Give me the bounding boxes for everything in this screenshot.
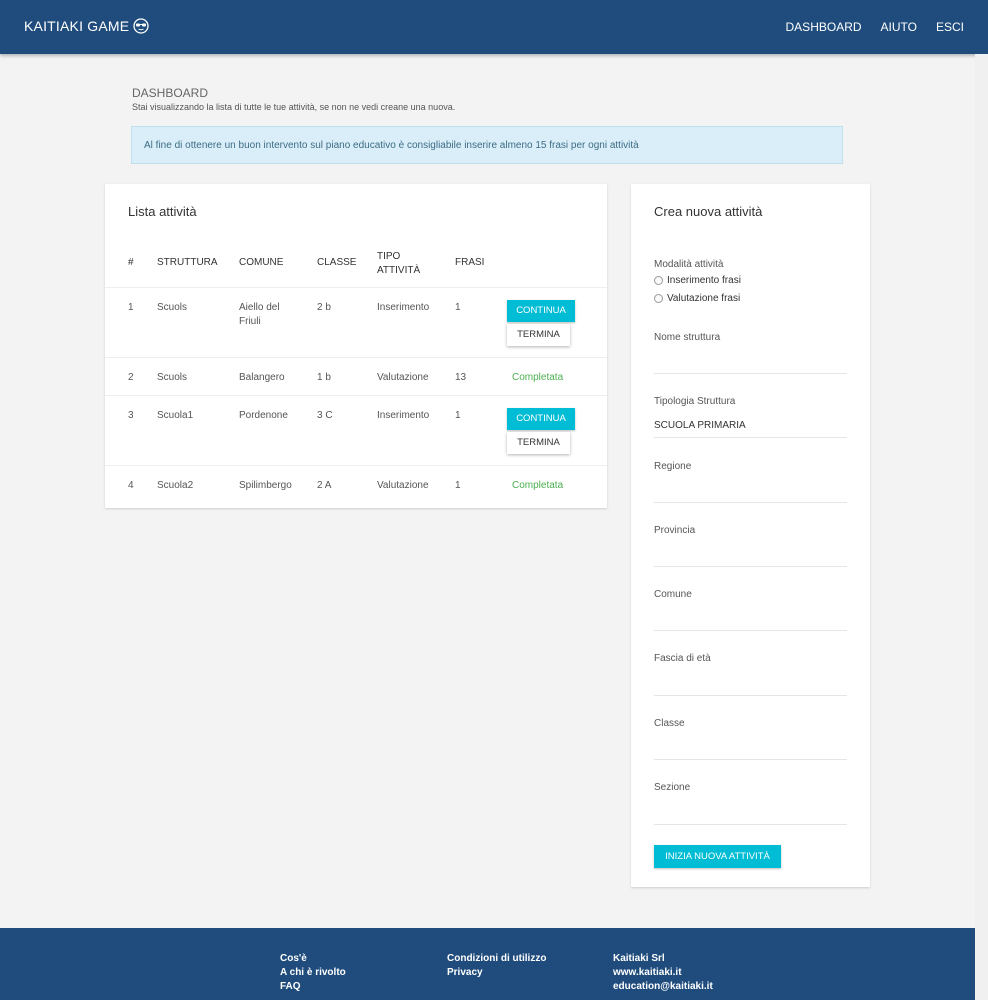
nav-aiuto[interactable]: AIUTO [881, 20, 917, 34]
radio-button[interactable] [654, 294, 663, 303]
provincia-select[interactable] [654, 566, 847, 567]
row-comune: Spilimbergo [239, 480, 292, 491]
sezione-label: Sezione [654, 782, 691, 793]
row-classe: 2 b [317, 302, 331, 313]
row-num: 4 [128, 480, 134, 491]
row-num: 3 [128, 410, 134, 421]
nome-struttura-label: Nome struttura [654, 332, 721, 343]
tipologia-underline [654, 437, 847, 438]
row-comune: Pordenone [239, 410, 288, 421]
table-row: 4 Scuola2 Spilimbergo 2 A Valutazione 1 … [105, 466, 607, 508]
fascia-label: Fascia di età [654, 653, 711, 664]
row-classe: 1 b [317, 372, 331, 383]
row-classe: 2 A [317, 480, 332, 491]
row-num: 1 [128, 302, 134, 313]
header-tipo-attivita: TIPO ATTIVITÀ [377, 251, 421, 276]
header-struttura: STRUTTURA [157, 257, 218, 268]
status-completata: Completata [512, 480, 564, 491]
header-classe: CLASSE [317, 257, 357, 268]
row-frasi: 1 [455, 302, 461, 313]
regione-select[interactable] [654, 502, 847, 503]
table-row: 1 Scuols Aiello del Friuli 2 b Inserimen… [105, 288, 607, 358]
radio-label: Inserimento frasi [667, 275, 741, 286]
brand-name: KAITIAKI GAME [24, 18, 130, 34]
sezione-input[interactable] [654, 824, 847, 825]
page-header: DASHBOARD Stai visualizzando la lista di… [132, 86, 455, 112]
page-subtitle: Stai visualizzando la lista di tutte le … [132, 102, 456, 112]
row-struttura: Scuols [157, 372, 188, 383]
classe-select[interactable] [654, 759, 847, 760]
comune-label: Comune [654, 589, 692, 600]
page-title: DASHBOARD [132, 86, 209, 100]
termina-button[interactable]: TERMINA [507, 432, 570, 454]
tipologia-select[interactable]: SCUOLA PRIMARIA [654, 420, 746, 431]
footer-link-faq[interactable]: FAQ [280, 980, 346, 994]
header-num: # [128, 257, 134, 268]
footer-link-condizioni[interactable]: Condizioni di utilizzo [447, 952, 546, 966]
status-completata: Completata [512, 372, 564, 383]
footer-company-name: Kaitiaki Srl [613, 953, 665, 964]
top-navbar: KAITIAKI GAME DASHBOARD AIUTO ESCI [0, 0, 988, 54]
sunglasses-face-icon [133, 18, 149, 34]
footer-col-company: Kaitiaki Srl www.kaitiaki.it education@k… [613, 952, 713, 994]
continua-button[interactable]: CONTINUA [507, 300, 575, 322]
row-tipo: Valutazione [377, 480, 429, 491]
table-row: 3 Scuola1 Pordenone 3 C Inserimento 1 CO… [105, 396, 607, 466]
fascia-select[interactable] [654, 695, 847, 696]
list-title: Lista attività [128, 204, 197, 219]
radio-label: Valutazione frasi [667, 293, 741, 304]
regione-label: Regione [654, 461, 692, 472]
form-title: Crea nuova attività [654, 204, 763, 219]
modalita-label: Modalità attività [654, 259, 724, 270]
nav-dashboard[interactable]: DASHBOARD [786, 20, 862, 34]
tipologia-label: Tipologia Struttura [654, 396, 736, 407]
table-header: # STRUTTURA COMUNE CLASSE TIPO ATTIVITÀ … [105, 232, 607, 288]
footer-col-legal: Condizioni di utilizzo Privacy [447, 952, 546, 980]
row-struttura: Scuola2 [157, 480, 194, 491]
footer: Cos'è A chi è rivolto FAQ Condizioni di … [0, 928, 975, 1000]
create-activity-card: Crea nuova attività Modalità attività In… [631, 184, 870, 887]
info-alert: Al fine di ottenere un buon intervento s… [131, 126, 843, 164]
scrollbar[interactable] [975, 54, 988, 1000]
nav-esci[interactable]: ESCI [936, 20, 964, 34]
radio-valutazione-frasi[interactable]: Valutazione frasi [654, 293, 740, 304]
continua-button[interactable]: CONTINUA [507, 408, 575, 430]
nav-links: DASHBOARD AIUTO ESCI [786, 20, 964, 34]
footer-link-a-chi[interactable]: A chi è rivolto [280, 966, 346, 980]
provincia-label: Provincia [654, 525, 696, 536]
row-tipo: Valutazione [377, 372, 429, 383]
row-frasi: 13 [455, 372, 467, 383]
header-frasi: FRASI [455, 257, 485, 268]
row-struttura: Scuola1 [157, 410, 194, 421]
radio-inserimento-frasi[interactable]: Inserimento frasi [654, 275, 741, 286]
inizia-nuova-attivita-button[interactable]: INIZIA NUOVA ATTIVITÀ [654, 845, 781, 868]
classe-label: Classe [654, 718, 685, 729]
row-comune: Balangero [239, 372, 285, 383]
row-num: 2 [128, 372, 134, 383]
header-comune: COMUNE [239, 257, 284, 268]
row-frasi: 1 [455, 410, 461, 421]
termina-button[interactable]: TERMINA [507, 324, 570, 346]
radio-button[interactable] [654, 276, 663, 285]
footer-link-email[interactable]: education@kaitiaki.it [613, 980, 713, 994]
footer-link-cose[interactable]: Cos'è [280, 952, 346, 966]
footer-link-website[interactable]: www.kaitiaki.it [613, 966, 713, 980]
table-row: 2 Scuols Balangero 1 b Valutazione 13 Co… [105, 358, 607, 396]
nome-struttura-input[interactable] [654, 373, 847, 374]
comune-select[interactable] [654, 630, 847, 631]
activity-list-card: Lista attività # STRUTTURA COMUNE CLASSE… [105, 184, 607, 508]
footer-link-privacy[interactable]: Privacy [447, 966, 546, 980]
footer-col-info: Cos'è A chi è rivolto FAQ [280, 952, 346, 994]
brand[interactable]: KAITIAKI GAME [24, 18, 149, 34]
row-tipo: Inserimento [377, 410, 430, 421]
row-classe: 3 C [317, 410, 333, 421]
row-tipo: Inserimento [377, 302, 430, 313]
row-comune: Aiello del Friuli [239, 302, 280, 327]
row-struttura: Scuols [157, 302, 188, 313]
row-frasi: 1 [455, 480, 461, 491]
